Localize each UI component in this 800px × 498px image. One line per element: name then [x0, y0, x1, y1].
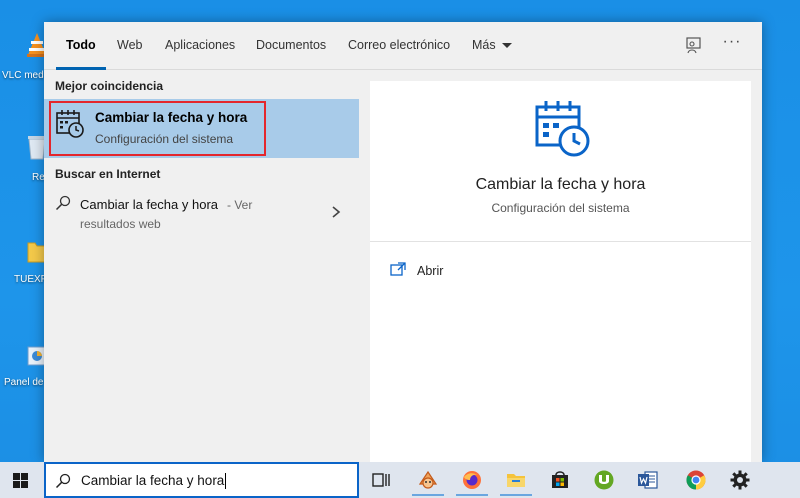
tab-label: Aplicaciones: [165, 38, 236, 52]
tab-all[interactable]: Todo: [56, 22, 106, 70]
taskbar-search-input[interactable]: Cambiar la fecha y hora: [44, 462, 359, 498]
desktop-icon-label: VLC med: [2, 70, 44, 81]
web-search-heading: Buscar en Internet: [55, 167, 161, 181]
search-icon: [55, 195, 71, 211]
tab-email[interactable]: Correo electrónico: [348, 22, 450, 70]
best-match-result[interactable]: Cambiar la fecha y hora Configuración de…: [44, 99, 359, 158]
desktop-icon-recycle-bin[interactable]: Re: [0, 130, 46, 186]
web-result-hint-line2: resultados web: [80, 217, 161, 231]
scratch-app-icon: [418, 470, 438, 489]
taskbar: Cambiar la fecha y hora: [0, 462, 800, 498]
desktop-icon-label: TUEXP: [14, 274, 48, 285]
open-label: Abrir: [417, 264, 444, 278]
web-result-query: Cambiar la fecha y hora: [80, 197, 219, 212]
tab-web[interactable]: Web: [117, 22, 142, 70]
taskbar-app-word[interactable]: [628, 464, 668, 496]
tab-more[interactable]: Más: [472, 22, 512, 70]
taskbar-app-chrome[interactable]: [676, 464, 716, 496]
windows-icon: [13, 473, 28, 488]
taskbar-app-settings[interactable]: [720, 464, 760, 496]
utorrent-icon: [594, 470, 614, 490]
desktop-icon-label: Panel de: [4, 377, 44, 388]
more-options-button[interactable]: ···: [720, 34, 744, 56]
tab-label: Más: [472, 38, 496, 52]
open-icon: [390, 262, 406, 276]
tab-label: Todo: [66, 38, 96, 52]
chrome-icon: [686, 470, 706, 490]
tab-label: Documentos: [256, 38, 327, 52]
open-button[interactable]: Abrir: [390, 261, 480, 283]
best-match-subtitle: Configuración del sistema: [95, 132, 234, 146]
tab-label: Correo electrónico: [348, 38, 451, 52]
desktop-icon-vlc[interactable]: VLC med: [0, 30, 47, 86]
taskbar-app-store[interactable]: [540, 464, 580, 496]
search-input-value: Cambiar la fecha y hora: [81, 473, 225, 488]
word-icon: [638, 471, 658, 489]
best-match-title: Cambiar la fecha y hora: [95, 110, 248, 125]
chevron-down-icon: [501, 43, 512, 49]
text-caret: [225, 473, 227, 490]
desktop-icon-control-panel[interactable]: Panel de: [0, 340, 47, 396]
taskbar-task-view[interactable]: [361, 464, 401, 496]
settings-icon: [730, 470, 750, 490]
feedback-icon: [686, 37, 701, 54]
best-match-heading: Mejor coincidencia: [55, 79, 164, 93]
desktop-icon-label: Re: [32, 172, 45, 183]
search-flyout: Todo Web Aplicaciones Documentos Correo …: [44, 22, 762, 462]
calendar-clock-icon: [56, 110, 84, 138]
preview-subtitle: Configuración del sistema: [491, 201, 630, 215]
chevron-right-icon[interactable]: [330, 205, 342, 219]
feedback-button[interactable]: [684, 36, 704, 56]
firefox-icon: [463, 471, 481, 489]
more-options-icon: ···: [722, 33, 742, 50]
search-icon: [55, 473, 71, 489]
desktop-icon-tuexp[interactable]: TUEXP: [0, 236, 48, 292]
file-explorer-icon: [507, 474, 525, 487]
task-view-icon: [372, 473, 390, 487]
search-filter-tabs: Todo Web Aplicaciones Documentos Correo …: [44, 22, 762, 70]
preview-title: Cambiar la fecha y hora: [475, 176, 646, 193]
web-result-hint: - Ver: [227, 198, 253, 212]
tab-documents[interactable]: Documentos: [256, 22, 326, 70]
calendar-clock-icon: [535, 101, 590, 157]
taskbar-app-scratch[interactable]: [408, 464, 448, 496]
tab-apps[interactable]: Aplicaciones: [165, 22, 235, 70]
start-button[interactable]: [0, 462, 44, 498]
store-icon: [552, 471, 568, 488]
divider: [370, 241, 751, 242]
result-preview-pane: Cambiar la fecha y hora Configuración de…: [370, 81, 751, 462]
taskbar-app-utorrent[interactable]: [584, 464, 624, 496]
taskbar-app-file-explorer[interactable]: [496, 464, 536, 496]
taskbar-app-firefox[interactable]: [452, 464, 492, 496]
search-results-list: Mejor coincidencia Cambiar la fecha y ho…: [44, 70, 359, 462]
web-search-result[interactable]: Cambiar la fecha y hora - Ver resultados…: [44, 189, 359, 237]
tab-label: Web: [117, 38, 143, 52]
